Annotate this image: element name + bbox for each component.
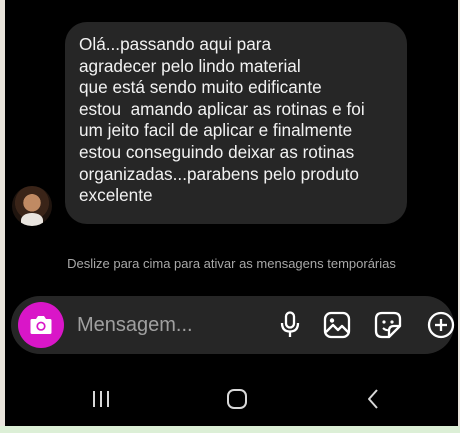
recent-apps-icon — [93, 391, 109, 407]
camera-icon — [30, 316, 52, 334]
home-button[interactable] — [222, 386, 252, 412]
sticker-button[interactable] — [373, 310, 403, 340]
chat-screen: Olá...passando aqui para agradecer pelo … — [5, 0, 458, 426]
add-icon — [427, 311, 455, 339]
sender-avatar[interactable] — [12, 186, 52, 226]
add-button[interactable] — [426, 310, 456, 340]
camera-button[interactable] — [18, 302, 64, 348]
gallery-icon — [323, 311, 351, 339]
message-input[interactable] — [77, 312, 257, 338]
message-composer — [11, 296, 456, 354]
sticker-icon — [374, 311, 402, 339]
vanish-mode-hint: Deslize para cima para ativar as mensage… — [67, 256, 396, 271]
message-bubble[interactable]: Olá...passando aqui para agradecer pelo … — [65, 22, 407, 224]
microphone-icon — [280, 311, 300, 337]
recent-apps-button[interactable] — [86, 386, 116, 412]
voice-message-button[interactable] — [275, 310, 305, 340]
back-button[interactable] — [358, 386, 388, 412]
gallery-button[interactable] — [322, 310, 352, 340]
home-icon — [227, 389, 247, 409]
message-text: Olá...passando aqui para agradecer pelo … — [79, 34, 365, 206]
back-icon — [368, 389, 378, 409]
bottom-edge — [0, 426, 460, 433]
system-navigation-bar — [5, 372, 458, 426]
